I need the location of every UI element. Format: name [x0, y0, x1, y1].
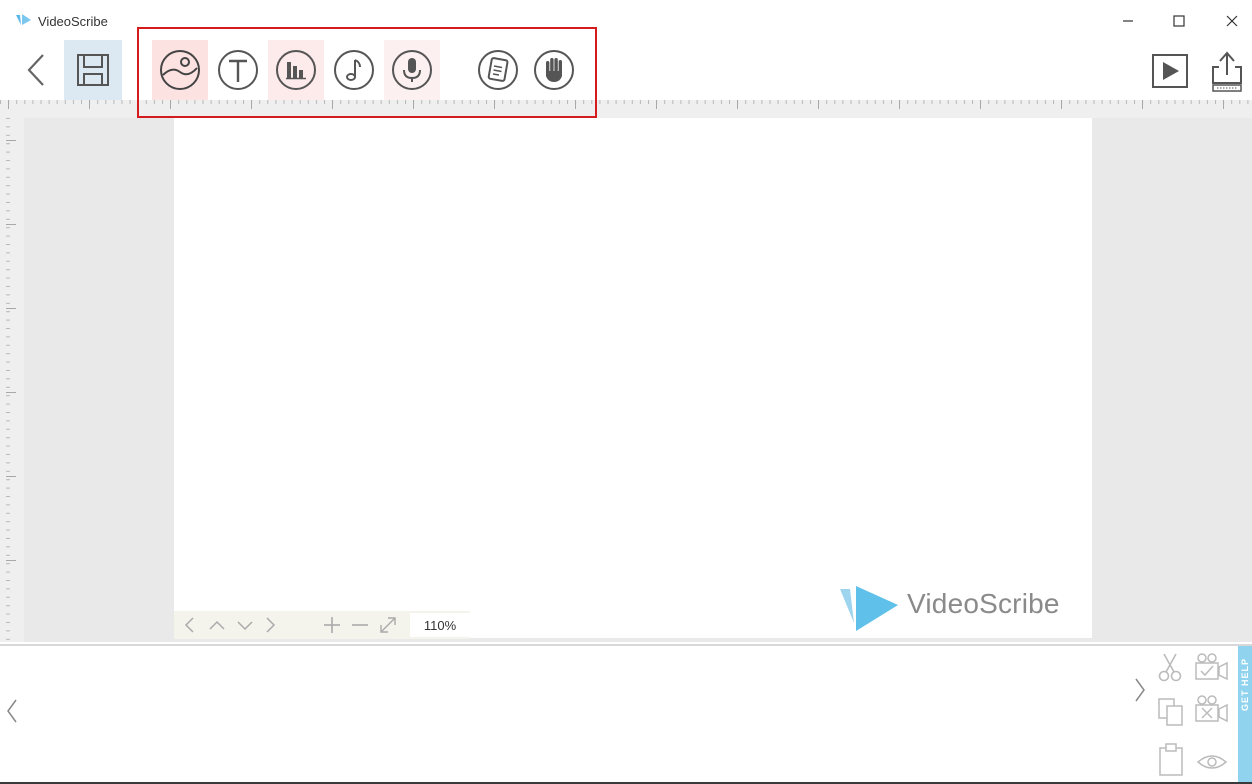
chevron-left-icon[interactable]: [182, 616, 196, 634]
videoscribe-logo-icon: [16, 14, 31, 25]
cut-icon[interactable]: [1156, 652, 1184, 682]
vertical-ruler: [0, 118, 24, 642]
camera-set-icon[interactable]: [1192, 652, 1232, 684]
fit-screen-icon[interactable]: [378, 616, 398, 634]
chevron-right-icon[interactable]: [264, 616, 278, 634]
timeline: [0, 644, 1252, 784]
save-button[interactable]: [64, 40, 122, 100]
export-button[interactable]: [1204, 46, 1250, 96]
minimize-icon: [1123, 20, 1133, 22]
camera-clear-icon[interactable]: [1192, 694, 1232, 726]
play-icon: [1152, 54, 1188, 88]
minimize-button[interactable]: [1108, 8, 1148, 34]
videoscribe-watermark-logo: [840, 586, 898, 631]
paste-icon[interactable]: [1156, 742, 1186, 778]
zoom-out-icon[interactable]: [350, 616, 370, 634]
play-button[interactable]: [1144, 46, 1196, 96]
chevron-up-icon[interactable]: [208, 616, 226, 634]
highlight-box: [137, 27, 597, 118]
canvas[interactable]: [174, 118, 1092, 638]
save-icon: [77, 54, 109, 86]
timeline-tools: [1150, 646, 1238, 784]
vertical-ruler-ticks: [0, 118, 24, 642]
copy-icon[interactable]: [1156, 696, 1186, 728]
maximize-button[interactable]: [1159, 8, 1199, 34]
back-button[interactable]: [18, 44, 54, 96]
watermark-text: VideoScribe: [907, 588, 1060, 619]
zoom-level[interactable]: 110%: [410, 613, 470, 637]
app-title: VideoScribe: [38, 14, 108, 29]
timeline-scroll-left-icon[interactable]: [5, 697, 19, 725]
preview-icon[interactable]: [1196, 750, 1228, 774]
zoom-in-icon[interactable]: [322, 616, 342, 634]
maximize-icon: [1173, 15, 1185, 27]
timeline-scroll-right-icon[interactable]: [1133, 676, 1147, 704]
close-button[interactable]: [1212, 8, 1252, 34]
get-help-label: GET HELP: [1240, 658, 1250, 712]
export-icon: [1212, 51, 1242, 92]
back-icon: [27, 54, 44, 86]
get-help-tab[interactable]: GET HELP: [1238, 646, 1252, 784]
chevron-down-icon[interactable]: [236, 616, 254, 634]
close-icon: [1226, 15, 1238, 27]
